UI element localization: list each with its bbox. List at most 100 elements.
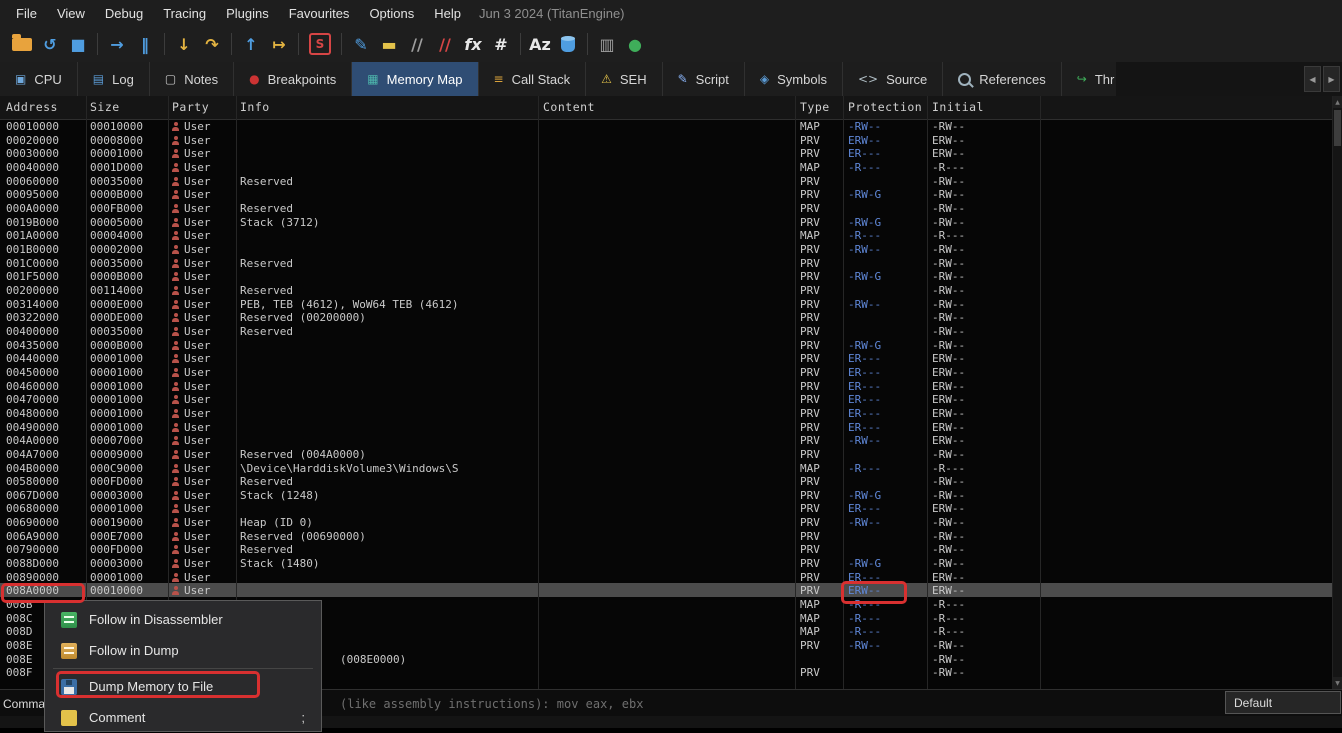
column-header-initial[interactable]: Initial	[932, 100, 984, 114]
type-cell: PRV	[800, 366, 820, 379]
menu-item-debug[interactable]: Debug	[95, 2, 153, 25]
memory-row-00440000[interactable]: 0044000000001000UserPRVER---ERW--	[0, 351, 1333, 365]
menu-item-file[interactable]: File	[6, 2, 47, 25]
memory-row-000A0000[interactable]: 000A0000000FB000UserReservedPRV-RW--	[0, 201, 1333, 215]
memory-row-001C0000[interactable]: 001C000000035000UserReservedPRV-RW--	[0, 256, 1333, 270]
case-icon[interactable]: Az	[526, 31, 554, 57]
memory-row-0067D000[interactable]: 0067D00000003000UserStack (1248)PRV-RW-G…	[0, 488, 1333, 502]
memory-row-00450000[interactable]: 0045000000001000UserPRVER---ERW--	[0, 365, 1333, 379]
hash-icon[interactable]: #	[487, 31, 515, 57]
memory-row-00314000[interactable]: 003140000000E000UserPEB, TEB (4612), WoW…	[0, 297, 1333, 311]
column-header-type[interactable]: Type	[800, 100, 830, 114]
tab-references[interactable]: References	[943, 62, 1061, 96]
context-item-dump-memory-to-file[interactable]: Dump Memory to File	[45, 671, 321, 702]
scroll-down-icon[interactable]: ▼	[1333, 677, 1342, 689]
tab-script[interactable]: ✎Script	[663, 62, 745, 96]
menu-item-options[interactable]: Options	[359, 2, 424, 25]
memory-row-00095000[interactable]: 000950000000B000UserPRV-RW-G-RW--	[0, 187, 1333, 201]
bookmark-icon[interactable]: //	[431, 31, 459, 57]
memory-row-00322000[interactable]: 00322000000DE000UserReserved (00200000)P…	[0, 310, 1333, 324]
memory-row-00460000[interactable]: 0046000000001000UserPRVER---ERW--	[0, 379, 1333, 393]
tab-seh[interactable]: ⚠SEH	[586, 62, 663, 96]
function-icon[interactable]: fx	[459, 31, 487, 57]
label-icon[interactable]: //	[403, 31, 431, 57]
tab-scroll-left-icon[interactable]: ◀	[1304, 66, 1321, 92]
memory-row-00010000[interactable]: 0001000000010000UserMAP-RW---RW--	[0, 119, 1333, 133]
scylla-hide-icon[interactable]: S	[309, 33, 331, 55]
memory-row-00580000[interactable]: 00580000000FD000UserReservedPRV-RW--	[0, 474, 1333, 488]
tab-cpu[interactable]: ▣CPU	[0, 62, 78, 96]
memory-row-001B0000[interactable]: 001B000000002000UserPRV-RW---RW--	[0, 242, 1333, 256]
memory-row-004A7000[interactable]: 004A700000009000UserReserved (004A0000)P…	[0, 447, 1333, 461]
tab-thr[interactable]: ↪Thr	[1062, 62, 1117, 96]
memory-row-0019B000[interactable]: 0019B00000005000UserStack (3712)PRV-RW-G…	[0, 215, 1333, 229]
menu-item-view[interactable]: View	[47, 2, 95, 25]
memory-row-004B0000[interactable]: 004B0000000C9000User\Device\HarddiskVolu…	[0, 461, 1333, 475]
memory-row-00680000[interactable]: 0068000000001000UserPRVER---ERW--	[0, 501, 1333, 515]
tab-symbols[interactable]: ◈Symbols	[745, 62, 843, 96]
protection-cell: -RW--	[848, 243, 881, 256]
context-item-comment[interactable]: Comment;	[45, 702, 321, 733]
memory-row-00400000[interactable]: 0040000000035000UserReservedPRV-RW--	[0, 324, 1333, 338]
column-header-content[interactable]: Content	[543, 100, 595, 114]
memory-row-001A0000[interactable]: 001A000000004000UserMAP-R----R---	[0, 228, 1333, 242]
memory-row-008A0000[interactable]: 008A000000010000UserPRVERW--ERW--	[0, 583, 1333, 597]
run-icon[interactable]: →	[103, 31, 131, 57]
context-item-follow-in-disassembler[interactable]: Follow in Disassembler	[45, 604, 321, 635]
tab-source[interactable]: <>Source	[843, 62, 943, 96]
menu-item-help[interactable]: Help	[424, 2, 471, 25]
memory-row-00040000[interactable]: 000400000001D000UserMAP-R----R---	[0, 160, 1333, 174]
tab-call-stack[interactable]: ≡Call Stack	[479, 62, 587, 96]
execute-till-return-icon[interactable]: ↑	[237, 31, 265, 57]
database-icon[interactable]	[554, 31, 582, 57]
column-header-address[interactable]: Address	[6, 100, 58, 114]
open-file-icon[interactable]	[8, 31, 36, 57]
tab-memory-map[interactable]: ▦Memory Map	[352, 62, 478, 96]
memory-columns-icon[interactable]: ▥	[593, 31, 621, 57]
tab-log[interactable]: ▤Log	[78, 62, 150, 96]
memory-row-0088D000[interactable]: 0088D00000003000UserStack (1480)PRV-RW-G…	[0, 556, 1333, 570]
comment-toolbar-icon[interactable]: ▬	[375, 31, 403, 57]
command-input-hint[interactable]: (like assembly instructions): mov eax, e…	[340, 697, 643, 711]
memory-row-004A0000[interactable]: 004A000000007000UserPRV-RW--ERW--	[0, 433, 1333, 447]
pause-icon[interactable]: ‖	[131, 31, 159, 57]
menu-item-plugins[interactable]: Plugins	[216, 2, 279, 25]
restart-icon[interactable]: ↺	[36, 31, 64, 57]
memory-row-001F5000[interactable]: 001F50000000B000UserPRV-RW-G-RW--	[0, 269, 1333, 283]
column-header-party[interactable]: Party	[172, 100, 209, 114]
memory-row-00200000[interactable]: 0020000000114000UserReservedPRV-RW--	[0, 283, 1333, 297]
step-into-icon[interactable]: ↓	[170, 31, 198, 57]
stop-icon[interactable]: ■	[64, 31, 92, 57]
memory-row-00890000[interactable]: 0089000000001000UserPRVER---ERW--	[0, 570, 1333, 584]
memory-row-00020000[interactable]: 0002000000008000UserPRVERW--ERW--	[0, 133, 1333, 147]
globe-icon[interactable]: ●	[621, 31, 649, 57]
column-header-info[interactable]: Info	[240, 100, 270, 114]
run-to-user-code-icon[interactable]: ↦	[265, 31, 293, 57]
context-item-follow-in-dump[interactable]: Follow in Dump	[45, 635, 321, 666]
memory-row-00030000[interactable]: 0003000000001000UserPRVER---ERW--	[0, 146, 1333, 160]
tab-notes[interactable]: ▢Notes	[150, 62, 234, 96]
seh-icon: ⚠	[601, 72, 612, 86]
tab-scroll-right-icon[interactable]: ▶	[1323, 66, 1340, 92]
patches-icon[interactable]: ✎	[347, 31, 375, 57]
menu-item-favourites[interactable]: Favourites	[279, 2, 360, 25]
memory-row-006A9000[interactable]: 006A9000000E7000UserReserved (00690000)P…	[0, 529, 1333, 543]
step-over-icon[interactable]: ↷	[198, 31, 226, 57]
menu-item-tracing[interactable]: Tracing	[153, 2, 216, 25]
column-header-protection[interactable]: Protection	[848, 100, 922, 114]
memory-row-00480000[interactable]: 0048000000001000UserPRVER---ERW--	[0, 406, 1333, 420]
memory-row-00690000[interactable]: 0069000000019000UserHeap (ID 0)PRV-RW---…	[0, 515, 1333, 529]
memory-row-00470000[interactable]: 0047000000001000UserPRVER---ERW--	[0, 392, 1333, 406]
toolbar-separator	[164, 33, 165, 55]
memory-row-00790000[interactable]: 00790000000FD000UserReservedPRV-RW--	[0, 542, 1333, 556]
vertical-scrollbar[interactable]: ▲ ▼	[1332, 96, 1342, 689]
memory-row-00435000[interactable]: 004350000000B000UserPRV-RW-G-RW--	[0, 338, 1333, 352]
memory-row-00490000[interactable]: 0049000000001000UserPRVER---ERW--	[0, 420, 1333, 434]
column-header-size[interactable]: Size	[90, 100, 120, 114]
tab-breakpoints[interactable]: ●Breakpoints	[234, 62, 352, 96]
memory-row-00060000[interactable]: 0006000000035000UserReservedPRV-RW--	[0, 174, 1333, 188]
scroll-up-icon[interactable]: ▲	[1333, 96, 1342, 108]
profile-dropdown[interactable]: Default	[1225, 691, 1341, 714]
toolbar-separator	[587, 33, 588, 55]
scrollbar-thumb[interactable]	[1334, 110, 1341, 146]
